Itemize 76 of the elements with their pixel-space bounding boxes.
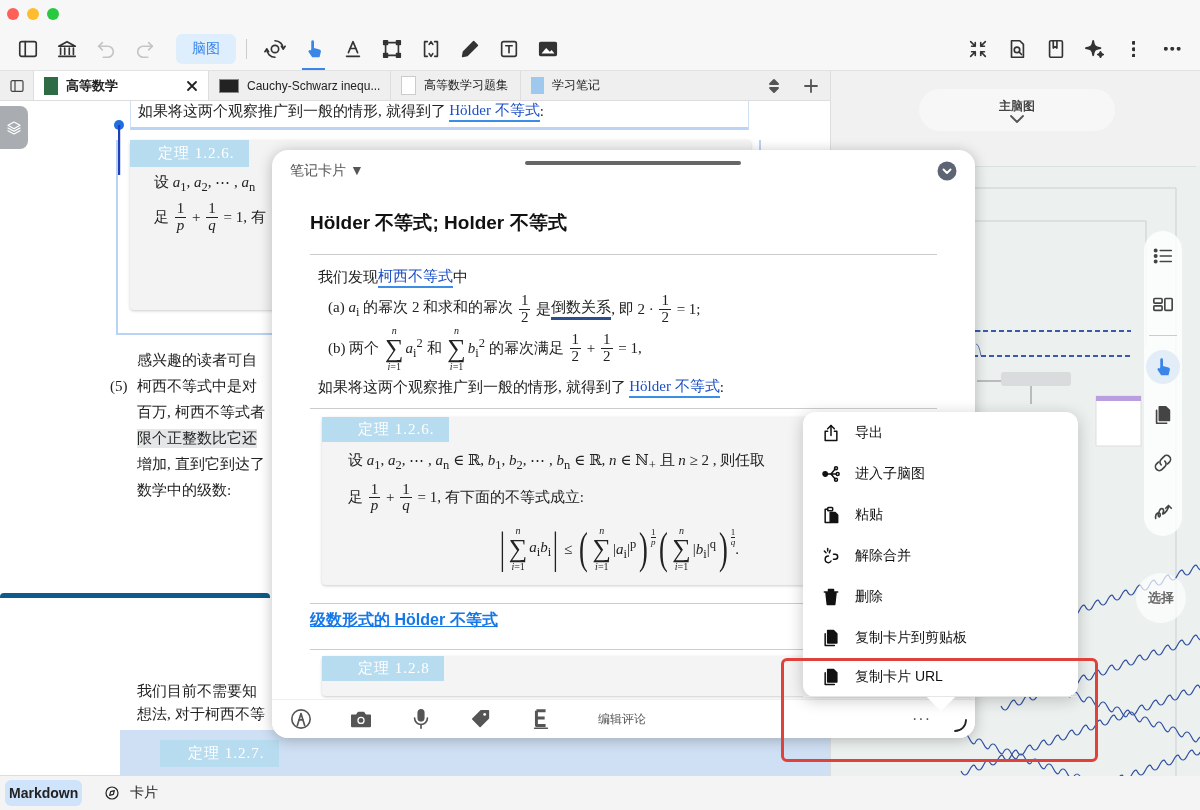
menu-item[interactable]: 复制卡片到剪贴板 — [803, 617, 1078, 658]
menu-item[interactable]: 解除合并 — [803, 535, 1078, 576]
edit-comment-button[interactable]: 编辑评论 — [598, 710, 646, 728]
card-type-dropdown[interactable]: 笔记卡片 ▼ — [290, 162, 364, 180]
book-cover-icon — [44, 76, 58, 95]
document-text: 想法, 对于柯西不等 — [137, 705, 265, 724]
document-text: 百万, 柯西不等式者 — [137, 402, 265, 422]
pointer-hand-tool[interactable] — [1146, 350, 1180, 384]
document-text: 限个正整数比它还 — [137, 428, 257, 448]
inline-link[interactable]: Hölder 不等式 — [629, 377, 720, 398]
menu-item[interactable]: 进入子脑图 — [803, 453, 1078, 494]
close-icon[interactable] — [186, 79, 198, 92]
compass-icon — [104, 785, 121, 801]
menu-item[interactable]: 导出 — [803, 412, 1078, 453]
card-title: Hölder 不等式; Holder 不等式 — [310, 210, 937, 255]
mindmap-selector[interactable]: 主脑图 — [919, 89, 1115, 131]
more-vertical-icon — [1131, 40, 1136, 58]
collapse-circle-icon[interactable] — [937, 161, 957, 181]
add-icon[interactable] — [804, 78, 818, 93]
pen-circle-icon — [290, 708, 312, 730]
document-text: 柯西不等式中是对 — [137, 376, 257, 396]
more-icon — [1164, 47, 1181, 51]
library-icon — [55, 38, 78, 60]
section-link[interactable]: 级数形式的 Hölder 不等式 — [310, 609, 498, 631]
sidebar-icon — [16, 38, 39, 60]
share-icon — [821, 422, 841, 443]
tag-icon — [470, 708, 492, 730]
view-tab[interactable]: Markdown — [5, 780, 83, 806]
gear-icon — [263, 38, 286, 60]
notebook-icon — [531, 77, 545, 94]
terminal-thumbnail-icon — [219, 78, 239, 93]
document-text: 我们目前不需要知 — [137, 682, 257, 701]
document-tab[interactable]: 高等数学习题集 — [390, 71, 521, 100]
chevron-down-icon — [1010, 114, 1024, 123]
more-button[interactable]: ··· — [912, 710, 931, 728]
document-tab[interactable]: 高等数学 — [33, 71, 208, 100]
document-text: 感兴趣的读者可自 — [137, 350, 257, 370]
clipboard-icon — [821, 504, 841, 525]
theorem-text: 设 a$_{1}$, a$_{2}$, ⋯ , a$_{n}$ ∈ ℝ, b$_{1}$, b$_{2}$, ⋯ , b$_{n}$ ∈ ℝ, n ∈ ℕ$_{+}$ 且 n ≥ 2 , 则任取 — [348, 450, 766, 474]
broken-link-icon — [821, 545, 841, 566]
resize-corner-icon — [953, 718, 967, 732]
inline-link[interactable]: Hölder 不等式 — [449, 101, 540, 122]
copy-icon — [821, 667, 841, 687]
trash-icon — [821, 586, 841, 607]
list-marker: (5) — [110, 377, 129, 395]
split-view-icon[interactable] — [8, 77, 25, 94]
tag-button[interactable] — [470, 708, 492, 730]
link-icon — [1152, 452, 1174, 474]
inline-link[interactable]: 柯西不等式 — [378, 266, 453, 288]
document-tab[interactable]: Cauchy-Schwarz inequ... — [208, 71, 391, 100]
theorem-label: 定理 1.2.6. — [322, 416, 449, 442]
document-text: 数学中的级数: — [137, 480, 232, 500]
pen-circle-button[interactable] — [290, 708, 312, 730]
close-window-button[interactable] — [7, 8, 19, 20]
view-tab[interactable]: 卡片 — [100, 779, 163, 807]
document-icon — [401, 76, 417, 95]
selection-frame-icon — [380, 38, 403, 60]
document-text: 增加, 直到它到达了 — [137, 454, 265, 474]
document-tab[interactable]: 学习笔记 — [520, 71, 651, 100]
mindmap-node[interactable] — [1001, 372, 1071, 386]
theorem-label: 定理 1.2.7. — [160, 740, 279, 767]
card-text: 如果将这两个观察推广到一般的情形, 就得到了 Hölder 不等式: — [318, 371, 724, 404]
selection-handle[interactable] — [114, 120, 124, 175]
card-text: 我们发现柯西不等式中 — [318, 261, 468, 293]
menu-item[interactable]: 删除 — [803, 576, 1078, 617]
theorem-label: 定理 1.2.6. — [130, 140, 249, 167]
copy-icon — [821, 627, 841, 648]
drag-handle[interactable] — [525, 161, 741, 165]
layers-icon — [6, 119, 22, 136]
theorem-label: 定理 1.2.8 — [322, 655, 444, 681]
menu-item[interactable]: 粘贴 — [803, 494, 1078, 535]
sort-arrows-icon[interactable] — [768, 78, 780, 93]
theorem-text: 设 a$_{1}$, a$_{2}$, ⋯ , a$_{n}$ — [154, 173, 256, 195]
sparkle-icon — [1083, 38, 1106, 60]
branch-icon — [821, 463, 841, 484]
document-text: 如果将这两个观察推广到一般的情形, 就得到了 Hölder 不等式: — [130, 101, 749, 130]
